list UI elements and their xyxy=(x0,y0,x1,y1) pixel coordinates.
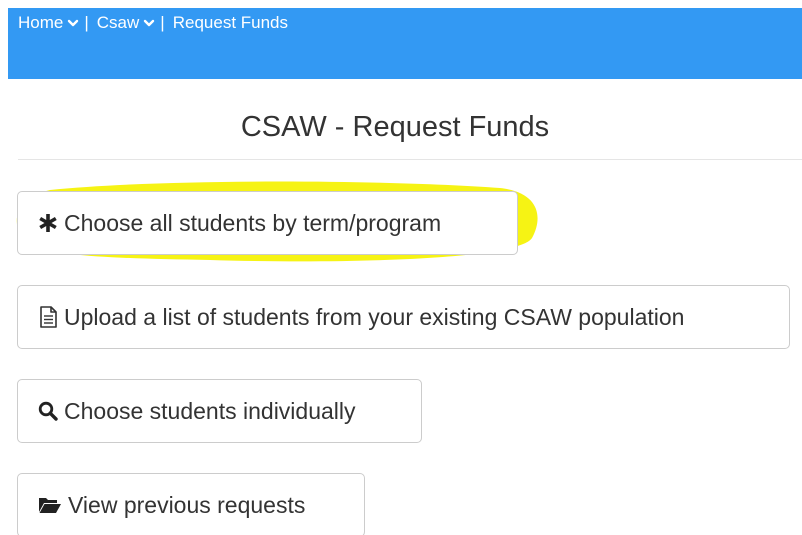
choose-all-students-label: Choose all students by term/program xyxy=(64,209,442,236)
view-previous-requests-label: View previous requests xyxy=(68,491,306,518)
page-title: CSAW - Request Funds xyxy=(240,111,550,143)
choose-students-individually-label: Choose students individually xyxy=(64,397,356,424)
choose-students-individually-button[interactable]: Choose students individually xyxy=(17,379,422,443)
breadcrumb-item-csaw[interactable]: Csaw xyxy=(97,13,156,33)
chevron-down-icon xyxy=(144,19,155,27)
top-nav-bar: Home | Csaw | Request Funds xyxy=(8,8,802,79)
document-icon xyxy=(38,306,58,328)
asterisk-icon xyxy=(38,213,58,233)
title-divider xyxy=(18,159,802,160)
breadcrumb-item-request-funds[interactable]: Request Funds xyxy=(173,13,288,33)
search-icon xyxy=(38,401,58,421)
breadcrumb-separator: | xyxy=(84,13,89,32)
breadcrumb-request-funds-label: Request Funds xyxy=(172,13,289,32)
breadcrumb-csaw-label: Csaw xyxy=(96,13,140,32)
breadcrumb-item-home[interactable]: Home xyxy=(18,13,79,33)
breadcrumb: Home | Csaw | Request Funds xyxy=(18,12,288,34)
chevron-down-icon xyxy=(68,19,79,27)
choose-all-students-button[interactable]: Choose all students by term/program xyxy=(17,191,518,255)
breadcrumb-separator: | xyxy=(160,13,165,32)
page: Home | Csaw | Request Funds CSAW - Reque… xyxy=(0,0,802,535)
upload-student-list-label: Upload a list of students from your exis… xyxy=(64,303,685,330)
breadcrumb-home-label: Home xyxy=(18,13,64,32)
view-previous-requests-button[interactable]: View previous requests xyxy=(17,473,365,535)
upload-student-list-button[interactable]: Upload a list of students from your exis… xyxy=(17,285,790,349)
folder-open-icon xyxy=(38,495,62,515)
